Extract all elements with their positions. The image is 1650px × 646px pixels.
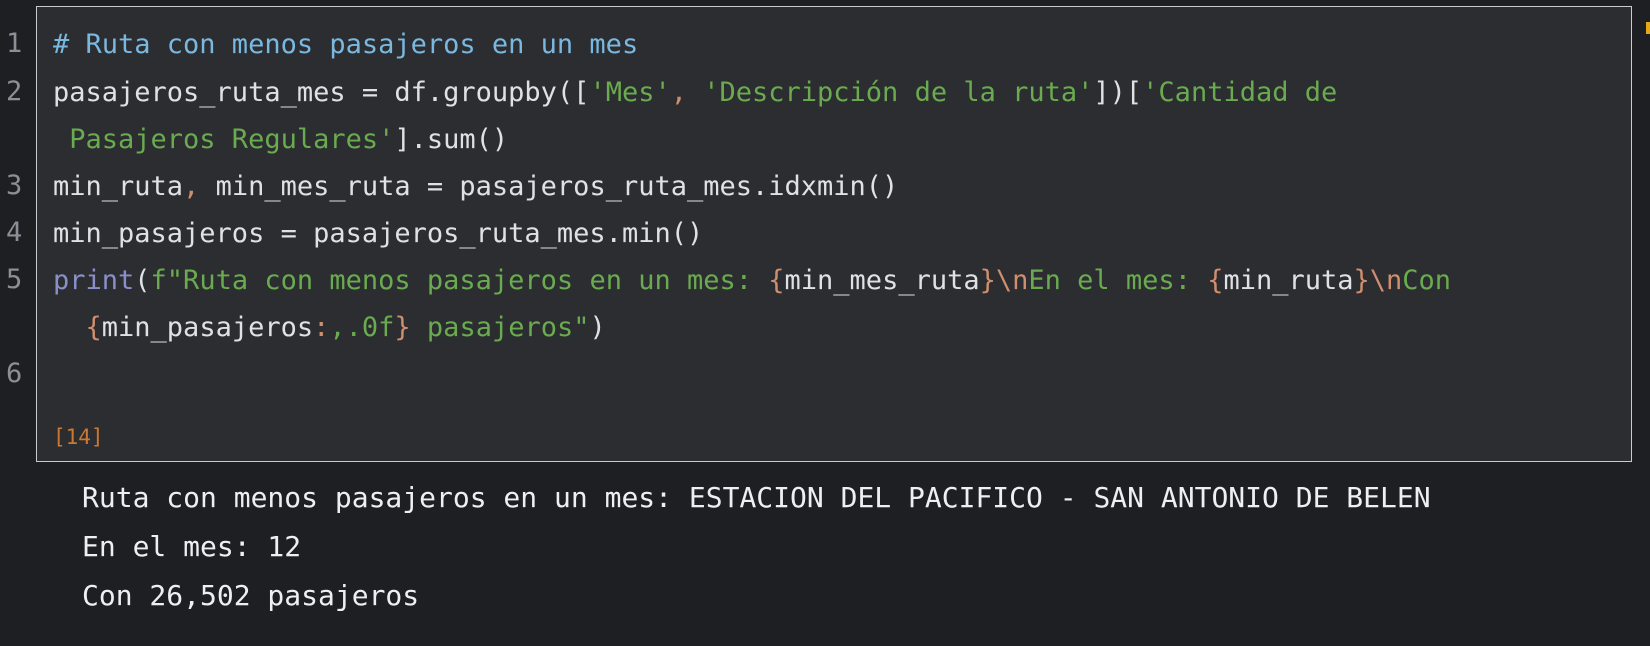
brace-token: { [85, 312, 102, 343]
code-token: ])[ [1093, 77, 1143, 108]
comment-text: # Ruta con menos pasajeros en un mes [53, 29, 639, 60]
code-cell[interactable]: # Ruta con menos pasajeros en un mes pas… [36, 6, 1632, 462]
brace-token: { [768, 265, 785, 296]
string-token: 'Mes' [589, 77, 671, 108]
code-line-2-wrap[interactable]: Pasajeros Regulares'].sum() [53, 116, 508, 164]
code-token: ) [589, 312, 606, 343]
line-number: 4 [6, 217, 23, 248]
line-number: 5 [6, 264, 23, 295]
code-line-1[interactable]: # Ruta con menos pasajeros en un mes [53, 21, 638, 69]
brace-token: } [1353, 265, 1370, 296]
fstring-token: f"Ruta con menos pasajeros en un mes: [150, 265, 769, 296]
fstring-token: En el mes: [1028, 265, 1208, 296]
brace-token: } [394, 312, 411, 343]
line-number: 2 [6, 76, 23, 107]
output-line: Con 26,502 pasajeros [82, 579, 420, 612]
execution-count: [14] [53, 425, 104, 449]
code-token: min_mes_ruta = pasajeros_ruta_mes.idxmin… [199, 171, 899, 202]
code-token: min_ruta [1223, 265, 1354, 296]
comma-token: , [670, 77, 687, 108]
code-line-5[interactable]: print(f"Ruta con menos pasajeros en un m… [53, 257, 1451, 305]
code-line-3[interactable]: min_ruta, min_mes_ruta = pasajeros_ruta_… [53, 163, 898, 211]
brace-token: { [1207, 265, 1224, 296]
code-token: min_pasajeros [101, 312, 314, 343]
code-token: min_ruta [53, 171, 184, 202]
scroll-marker [1646, 22, 1650, 34]
string-token: Pasajeros Regulares' [53, 124, 395, 155]
cell-output: Ruta con menos pasajeros en un mes: ESTA… [82, 473, 1431, 620]
format-token: ,.0f [329, 312, 395, 343]
line-number: 1 [6, 28, 23, 59]
fstring-token: Con [1402, 265, 1452, 296]
fstring-token: pasajeros" [410, 312, 590, 343]
builtin-token: print [53, 265, 135, 296]
escape-token: \n [1369, 265, 1403, 296]
output-line: Ruta con menos pasajeros en un mes: ESTA… [82, 481, 1431, 514]
code-token: min_mes_ruta [784, 265, 980, 296]
code-line-2[interactable]: pasajeros_ruta_mes = df.groupby(['Mes', … [53, 69, 1337, 117]
format-token: : [313, 312, 330, 343]
string-token: 'Cantidad de [1142, 77, 1338, 108]
code-token: pasajeros_ruta_mes = df.groupby([ [53, 77, 590, 108]
code-token: min_pasajeros = pasajeros_ruta_mes.min() [53, 218, 704, 249]
line-number: 3 [6, 170, 23, 201]
brace-token: } [979, 265, 996, 296]
code-line-4[interactable]: min_pasajeros = pasajeros_ruta_mes.min() [53, 210, 703, 258]
escape-token: \n [995, 265, 1029, 296]
line-number: 6 [6, 358, 23, 389]
code-token: ].sum() [394, 124, 509, 155]
code-line-5-wrap[interactable]: {min_pasajeros:,.0f} pasajeros") [53, 304, 606, 352]
comma-token: , [183, 171, 200, 202]
string-token: 'Descripción de la ruta' [703, 77, 1094, 108]
output-line: En el mes: 12 [82, 530, 302, 563]
code-token: ( [134, 265, 151, 296]
